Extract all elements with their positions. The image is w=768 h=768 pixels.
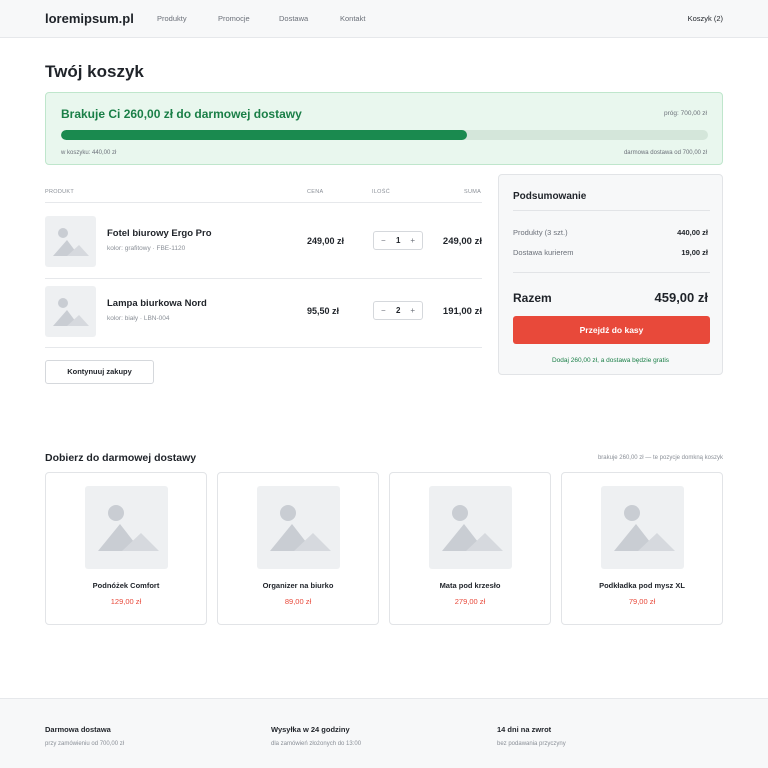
nav-dostawa[interactable]: Dostawa: [279, 14, 308, 23]
cart-row: Lampa biurkowa Nord kolor: biały · LBN-0…: [45, 286, 482, 355]
decrease-button[interactable]: −: [381, 236, 386, 245]
banner-title: Brakuje Ci 260,00 zł do darmowej dostawy: [61, 107, 302, 121]
footer-sub: przy zamówieniu od 700,00 zł: [45, 741, 125, 747]
image-placeholder-icon: [601, 486, 684, 569]
recommend-card[interactable]: Organizer na biurko 89,00 zł: [217, 472, 379, 625]
summary-title: Podsumowanie: [513, 191, 587, 202]
footer-title: Darmowa dostawa: [45, 725, 111, 734]
image-placeholder-icon: [257, 486, 340, 569]
summary-products-value: 440,00 zł: [677, 228, 708, 237]
item-sum: 191,00 zł: [442, 306, 482, 317]
cart-link[interactable]: Koszyk (2): [688, 14, 723, 23]
footer-sub: dla zamówień złożonych do 13:00: [271, 741, 362, 747]
footer-title: Wysyłka w 24 godziny: [271, 725, 350, 734]
site-footer: Darmowa dostawa przy zamówieniu od 700,0…: [0, 698, 768, 768]
col-header-sum: SUMA: [464, 189, 482, 195]
recommend-price: 279,00 zł: [454, 597, 486, 606]
image-placeholder-icon: [429, 486, 512, 569]
order-summary: Podsumowanie Produkty (3 szt.) 440,00 zł…: [498, 174, 723, 375]
footer-title: 14 dni na zwrot: [497, 725, 552, 734]
shipping-progress-fill: [61, 130, 468, 140]
item-name[interactable]: Lampa biurkowa Nord: [107, 298, 207, 309]
item-price: 95,50 zł: [307, 306, 340, 316]
image-placeholder-icon: [85, 486, 168, 569]
quantity-stepper: − 1 +: [373, 231, 423, 250]
recommend-card[interactable]: Mata pod krzesło 279,00 zł: [389, 472, 551, 625]
nav-promocje[interactable]: Promocje: [218, 14, 250, 23]
summary-products-label: Produkty (3 szt.): [513, 228, 568, 237]
free-shipping-banner: Brakuje Ci 260,00 zł do darmowej dostawy…: [45, 92, 723, 165]
summary-divider: [513, 210, 710, 211]
image-placeholder-icon: [45, 286, 96, 337]
recommend-name: Podkładka pod mysz XL: [599, 581, 685, 590]
site-header: loremipsum.pl Produkty Promocje Dostawa …: [0, 0, 768, 38]
item-meta: kolor: biały · LBN-004: [107, 315, 170, 322]
increase-button[interactable]: +: [410, 236, 415, 245]
recommend-title: Dobierz do darmowej dostawy: [45, 452, 197, 464]
recommend-card[interactable]: Podkładka pod mysz XL 79,00 zł: [561, 472, 723, 625]
nav-kontakt[interactable]: Kontakt: [340, 14, 365, 23]
col-header-product: PRODUKT: [45, 189, 74, 195]
row-divider: [45, 278, 482, 279]
recommend-card[interactable]: Podnóżek Comfort 129,00 zł: [45, 472, 207, 625]
row-divider: [45, 347, 482, 348]
recommend-name: Mata pod krzesło: [439, 581, 501, 590]
item-sum: 249,00 zł: [442, 236, 482, 247]
footer-sub: bez podawania przyczyny: [497, 741, 566, 747]
summary-shipping-value: 19,00 zł: [681, 248, 708, 257]
shipping-progress-bar: [61, 130, 708, 140]
banner-threshold: próg: 700,00 zł: [663, 110, 707, 117]
banner-in-cart: w koszyku: 440,00 zł: [61, 150, 117, 156]
total-label: Razem: [513, 291, 552, 305]
recommend-name: Organizer na biurko: [262, 581, 334, 590]
table-divider: [45, 202, 482, 203]
col-header-price: CENA: [307, 189, 324, 195]
total-value: 459,00 zł: [654, 290, 709, 305]
item-price: 249,00 zł: [307, 236, 345, 246]
banner-free-from: darmowa dostawa od 700,00 zł: [623, 150, 707, 156]
continue-shopping-button[interactable]: Kontynuuj zakupy: [45, 360, 154, 384]
item-meta: kolor: grafitowy · FBE-1120: [107, 245, 186, 252]
col-header-qty: ILOŚĆ: [372, 189, 391, 195]
quantity-value[interactable]: 2: [396, 306, 400, 315]
recommend-name: Podnóżek Comfort: [92, 581, 160, 590]
recommend-price: 89,00 zł: [284, 597, 312, 606]
recommend-price: 129,00 zł: [110, 597, 142, 606]
decrease-button[interactable]: −: [381, 306, 386, 315]
summary-divider: [513, 272, 710, 273]
site-logo[interactable]: loremipsum.pl: [45, 11, 134, 26]
free-shipping-note: Dodaj 260,00 zł, a dostawa będzie gratis: [551, 357, 670, 364]
nav-produkty[interactable]: Produkty: [157, 14, 187, 23]
increase-button[interactable]: +: [410, 306, 415, 315]
checkout-button[interactable]: Przejdź do kasy: [513, 316, 710, 344]
quantity-value[interactable]: 1: [396, 236, 400, 245]
recommend-hint: brakuje 260,00 zł — te pozycje domkną ko…: [597, 455, 723, 461]
page-title: Twój koszyk: [45, 62, 144, 81]
item-name[interactable]: Fotel biurowy Ergo Pro: [107, 228, 212, 239]
cart-row: Fotel biurowy Ergo Pro kolor: grafitowy …: [45, 216, 482, 285]
recommend-price: 79,00 zł: [628, 597, 656, 606]
summary-shipping-label: Dostawa kurierem: [513, 248, 574, 257]
quantity-stepper: − 2 +: [373, 301, 423, 320]
image-placeholder-icon: [45, 216, 96, 267]
